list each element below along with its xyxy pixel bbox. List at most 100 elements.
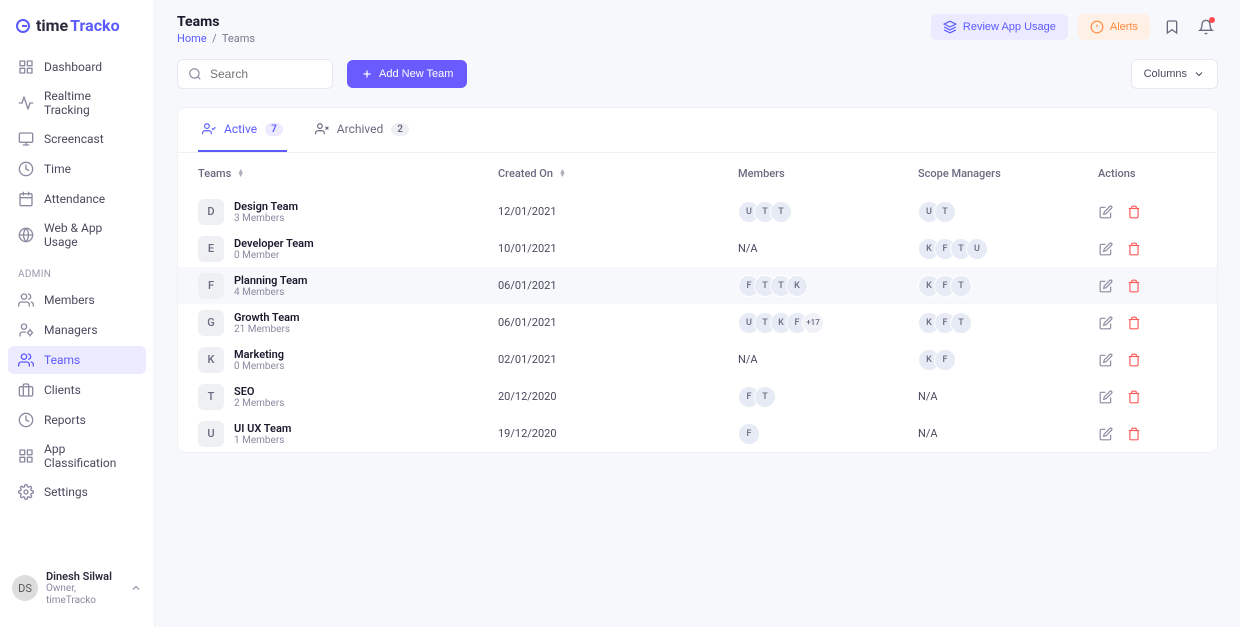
- table-row[interactable]: E Developer Team 0 Member 10/01/2021 N/A…: [178, 230, 1217, 267]
- nav-label: Attendance: [44, 192, 105, 206]
- col-created-label: Created On: [498, 167, 553, 180]
- nav-item-screencast[interactable]: Screencast: [8, 125, 146, 153]
- team-name: Developer Team: [234, 237, 314, 250]
- nav-item-realtime-tracking[interactable]: Realtime Tracking: [8, 83, 146, 123]
- logo-mark-icon: [16, 19, 30, 33]
- edit-button[interactable]: [1098, 241, 1114, 257]
- nav-label: Dashboard: [44, 60, 102, 74]
- col-teams[interactable]: Teams ▲▼: [198, 167, 498, 180]
- alert-icon: [1090, 20, 1104, 34]
- table-row[interactable]: G Growth Team 21 Members 06/01/2021 UTKF…: [178, 304, 1217, 341]
- table-row[interactable]: D Design Team 3 Members 12/01/2021 UTT U…: [178, 193, 1217, 230]
- delete-button[interactable]: [1126, 278, 1142, 294]
- managers-avatars: KF: [918, 349, 1098, 371]
- actions-cell: [1098, 278, 1198, 294]
- calendar-icon: [18, 191, 34, 207]
- members-cell: FT: [738, 386, 918, 408]
- nav-item-attendance[interactable]: Attendance: [8, 185, 146, 213]
- created-on: 06/01/2021: [498, 316, 738, 329]
- notification-dot-icon: [1209, 17, 1215, 23]
- review-app-usage-button[interactable]: Review App Usage: [931, 14, 1068, 40]
- monitor-icon: [18, 131, 34, 147]
- briefcase-icon: [18, 382, 34, 398]
- tab-archived[interactable]: Archived 2: [311, 108, 413, 152]
- alerts-button[interactable]: Alerts: [1078, 14, 1150, 40]
- delete-button[interactable]: [1126, 389, 1142, 405]
- team-sub: 2 Members: [234, 398, 284, 409]
- edit-button[interactable]: [1098, 278, 1114, 294]
- edit-button[interactable]: [1098, 426, 1114, 442]
- chevron-up-icon: [130, 582, 142, 594]
- actions-cell: [1098, 352, 1198, 368]
- table-row[interactable]: K Marketing 0 Members 02/01/2021 N/A KF: [178, 341, 1217, 378]
- nav-item-reports[interactable]: Reports: [8, 406, 146, 434]
- team-badge: T: [198, 384, 224, 410]
- user-meta: Dinesh Silwal Owner, timeTracko: [46, 570, 122, 607]
- nav-item-dashboard[interactable]: Dashboard: [8, 53, 146, 81]
- search-input[interactable]: [210, 67, 365, 81]
- notification-button[interactable]: [1194, 15, 1218, 39]
- actions-cell: [1098, 315, 1198, 331]
- nav-item-teams[interactable]: Teams: [8, 346, 146, 374]
- nav-label: Reports: [44, 413, 86, 427]
- user-check-icon: [202, 122, 216, 136]
- avatar: T: [950, 275, 972, 297]
- delete-button[interactable]: [1126, 241, 1142, 257]
- plus-icon: [361, 68, 373, 80]
- team-cell: E Developer Team 0 Member: [198, 236, 498, 262]
- avatar: F: [738, 423, 760, 445]
- breadcrumb-home[interactable]: Home: [177, 32, 207, 45]
- managers-cell: KFT: [918, 312, 1098, 334]
- edit-button[interactable]: [1098, 352, 1114, 368]
- team-cell: U UI UX Team 1 Members: [198, 421, 498, 447]
- team-cell: G Growth Team 21 Members: [198, 310, 498, 336]
- logo[interactable]: timeTracko: [8, 16, 146, 35]
- search-box[interactable]: [177, 59, 333, 89]
- managers-cell: N/A: [918, 427, 1098, 440]
- delete-button[interactable]: [1126, 204, 1142, 220]
- members-na: N/A: [738, 353, 758, 366]
- table-row[interactable]: F Planning Team 4 Members 06/01/2021 FTT…: [178, 267, 1217, 304]
- nav-item-time[interactable]: Time: [8, 155, 146, 183]
- tab-active[interactable]: Active 7: [198, 108, 287, 152]
- nav-item-web-app-usage[interactable]: Web & App Usage: [8, 215, 146, 255]
- members-avatars: FT: [738, 386, 918, 408]
- created-on: 06/01/2021: [498, 279, 738, 292]
- team-cell: K Marketing 0 Members: [198, 347, 498, 373]
- top-actions: Review App Usage Alerts: [931, 14, 1218, 40]
- search-icon: [188, 67, 202, 81]
- nav-item-clients[interactable]: Clients: [8, 376, 146, 404]
- members-cell: N/A: [738, 242, 918, 255]
- table-row[interactable]: U UI UX Team 1 Members 19/12/2020 F N/A: [178, 415, 1217, 452]
- col-created[interactable]: Created On ▲▼: [498, 167, 738, 180]
- delete-button[interactable]: [1126, 315, 1142, 331]
- delete-button[interactable]: [1126, 426, 1142, 442]
- bookmark-button[interactable]: [1160, 15, 1184, 39]
- edit-button[interactable]: [1098, 204, 1114, 220]
- logo-text-1: time: [36, 16, 68, 35]
- delete-button[interactable]: [1126, 352, 1142, 368]
- team-sub: 4 Members: [234, 287, 307, 298]
- created-on: 12/01/2021: [498, 205, 738, 218]
- columns-button[interactable]: Columns: [1131, 59, 1218, 89]
- edit-button[interactable]: [1098, 389, 1114, 405]
- user-footer[interactable]: DS Dinesh Silwal Owner, timeTracko: [8, 562, 146, 615]
- nav-item-managers[interactable]: Managers: [8, 316, 146, 344]
- breadcrumb-sep: /: [209, 32, 219, 45]
- created-on: 02/01/2021: [498, 353, 738, 366]
- table-row[interactable]: T SEO 2 Members 20/12/2020 FT N/A: [178, 378, 1217, 415]
- nav-item-app-classification[interactable]: App Classification: [8, 436, 146, 476]
- tab-archived-label: Archived: [337, 122, 383, 136]
- created-on: 10/01/2021: [498, 242, 738, 255]
- add-new-team-button[interactable]: Add New Team: [347, 60, 467, 88]
- team-badge: K: [198, 347, 224, 373]
- team-name: SEO: [234, 385, 284, 398]
- managers-cell: N/A: [918, 390, 1098, 403]
- alerts-label: Alerts: [1110, 21, 1138, 33]
- toolbar: Add New Team Columns: [177, 59, 1218, 89]
- edit-button[interactable]: [1098, 315, 1114, 331]
- nav-item-settings[interactable]: Settings: [8, 478, 146, 506]
- breadcrumb-current: Teams: [222, 32, 255, 45]
- grid-icon: [18, 59, 34, 75]
- nav-item-members[interactable]: Members: [8, 286, 146, 314]
